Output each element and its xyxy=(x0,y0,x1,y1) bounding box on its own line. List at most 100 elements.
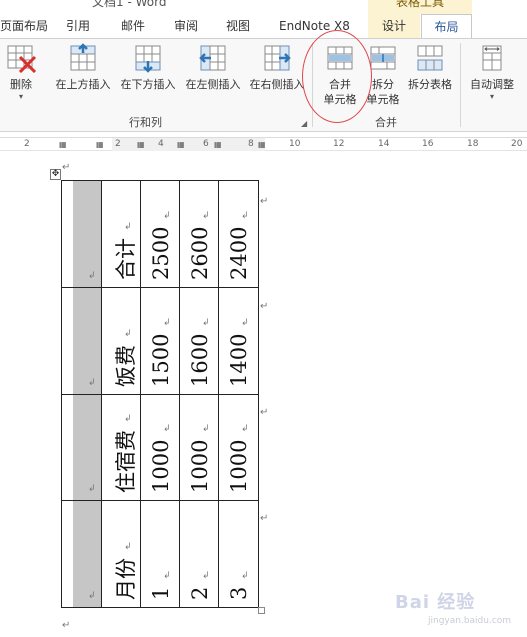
tab-page-layout[interactable]: 页面布局 xyxy=(0,14,48,39)
table-tools-label: 表格工具 xyxy=(396,0,445,9)
ribbon-panel: 删除 ▾ 在上方插入 在下方插入 在左侧插入 在右侧插入 合并 单元格 拆分 单… xyxy=(0,39,527,132)
horizontal-ruler[interactable]: 2 ▦ ▦ 2 ▦ 4 ▦ 6 ▦ 8 ▦ 10 12 14 16 18 20 xyxy=(0,137,527,151)
split-cells-icon xyxy=(370,46,396,70)
cell-value: 1500 xyxy=(149,333,173,387)
split-table-button[interactable]: 拆分表格 xyxy=(405,43,455,92)
cell-shading xyxy=(73,288,101,394)
cell-value: 1400 xyxy=(227,333,251,387)
split-table-icon xyxy=(417,45,443,71)
shaded-cell[interactable]: ↲ xyxy=(61,180,102,288)
ruler-number: 6 xyxy=(203,139,209,149)
cell-end-mark: ↲ xyxy=(124,329,132,339)
row-header-cell[interactable]: 饭费 ↲ xyxy=(101,287,141,395)
value-cell[interactable]: 1000 ↲ xyxy=(218,394,259,501)
insert-below-label: 在下方插入 xyxy=(120,78,176,91)
title-bar: 文档1 - Word 表格工具 xyxy=(0,0,527,14)
cell-end-mark: ↲ xyxy=(163,318,171,328)
insert-above-button[interactable]: 在上方插入 xyxy=(51,43,115,92)
row-header-cell[interactable]: 月份 ↲ xyxy=(101,500,141,608)
cell-end-mark: ↲ xyxy=(202,424,210,434)
cell-shading xyxy=(73,181,101,287)
row-end-mark: ↵ xyxy=(260,196,269,207)
paragraph-mark: ↵ xyxy=(62,162,71,173)
cell-value: 1000 xyxy=(188,439,212,493)
delete-label: 删除 xyxy=(10,78,32,91)
ruler-number: 16 xyxy=(422,139,434,149)
ruler-column-marker[interactable]: ▦ xyxy=(177,140,185,150)
cell-end-mark: ↲ xyxy=(202,211,210,221)
ruler-active-area xyxy=(112,138,265,151)
ruler-column-marker[interactable]: ▦ xyxy=(59,140,67,150)
table-move-handle-icon[interactable]: ✥ xyxy=(50,169,61,180)
paragraph-mark: ↵ xyxy=(62,620,71,631)
cell-end-mark: ↲ xyxy=(202,318,210,328)
table-resize-handle[interactable] xyxy=(258,607,265,614)
split-table-label: 拆分表格 xyxy=(408,78,452,91)
ruler-number: 12 xyxy=(333,139,345,149)
row-end-mark: ↵ xyxy=(260,301,269,312)
value-cell[interactable]: 1000 ↲ xyxy=(179,394,219,501)
insert-row-above-icon xyxy=(70,43,96,71)
dialog-launcher-icon[interactable]: ◢ xyxy=(301,119,307,128)
ruler-number: 14 xyxy=(378,139,390,149)
row-header-text: 饭费 xyxy=(114,345,138,387)
table-row: ↲ 住宿费 ↲ 1000 ↲ 1000 ↲ 1000 ↲ xyxy=(61,394,259,501)
value-cell[interactable]: 2 ↲ xyxy=(179,500,219,608)
ruler-number: 10 xyxy=(289,139,301,149)
cell-end-mark: ↲ xyxy=(163,571,171,581)
tab-table-layout[interactable]: 布局 xyxy=(421,14,472,40)
row-header-text: 住宿费 xyxy=(114,430,138,493)
row-header-text: 月份 xyxy=(114,558,138,600)
row-header-cell[interactable]: 住宿费 ↲ xyxy=(101,394,141,501)
cell-end-mark: ↲ xyxy=(163,424,171,434)
tab-review[interactable]: 审阅 xyxy=(174,14,198,39)
ruler-column-marker[interactable]: ▦ xyxy=(214,140,222,150)
insert-right-button[interactable]: 在右侧插入 xyxy=(246,43,308,92)
ruler-column-marker[interactable]: ▦ xyxy=(137,140,145,150)
value-cell[interactable]: 1400 ↲ xyxy=(218,287,259,395)
cell-end-mark: ↲ xyxy=(88,271,96,281)
row-header-cell[interactable]: 合计 ↲ xyxy=(101,180,141,288)
insert-above-label: 在上方插入 xyxy=(55,78,111,91)
autofit-icon xyxy=(482,45,502,71)
value-cell[interactable]: 3 ↲ xyxy=(218,500,259,608)
tab-mailings[interactable]: 邮件 xyxy=(121,14,145,39)
row-end-mark: ↵ xyxy=(260,513,269,524)
row-header-text: 合计 xyxy=(114,238,138,280)
value-cell[interactable]: 1 ↲ xyxy=(140,500,180,608)
value-cell[interactable]: 1500 ↲ xyxy=(140,287,180,395)
ruler-column-marker[interactable]: ▦ xyxy=(258,140,266,150)
group-merge-label: 合并 xyxy=(375,116,397,129)
chevron-down-icon: ▾ xyxy=(489,92,494,101)
tab-table-design[interactable]: 设计 xyxy=(368,14,420,39)
cell-value: 1 xyxy=(149,586,173,600)
ruler-column-marker[interactable]: ▦ xyxy=(96,140,104,150)
cell-shading xyxy=(73,395,101,500)
delete-table-icon xyxy=(7,45,37,73)
insert-left-label: 在左侧插入 xyxy=(185,78,241,91)
annotation-circle xyxy=(302,30,372,123)
value-cell[interactable]: 2500 ↲ xyxy=(140,180,180,288)
shaded-cell[interactable]: ↲ xyxy=(61,287,102,395)
group-separator xyxy=(460,43,461,127)
autofit-button[interactable]: 自动调整 ▾ xyxy=(466,43,518,102)
value-cell[interactable]: 1000 ↲ xyxy=(140,394,180,501)
insert-row-below-icon xyxy=(135,45,161,73)
insert-below-button[interactable]: 在下方插入 xyxy=(116,43,180,92)
shaded-cell[interactable]: ↲ xyxy=(61,500,102,608)
tab-references[interactable]: 引用 xyxy=(66,14,90,39)
table-row: ↲ 月份 ↲ 1 ↲ 2 ↲ 3 ↲ xyxy=(61,500,259,608)
ruler-number: 18 xyxy=(467,139,479,149)
insert-left-button[interactable]: 在左侧插入 xyxy=(181,43,245,92)
tab-view[interactable]: 视图 xyxy=(226,14,250,39)
value-cell[interactable]: 1600 ↲ xyxy=(179,287,219,395)
ruler-number: 2 xyxy=(24,139,30,149)
insert-right-label: 在右侧插入 xyxy=(249,78,305,91)
table-row: ↲ 合计 ↲ 2500 ↲ 2600 ↲ 2400 ↲ xyxy=(61,180,259,288)
table-row: ↲ 饭费 ↲ 1500 ↲ 1600 ↲ 1400 ↲ xyxy=(61,287,259,395)
value-cell[interactable]: 2400 ↲ xyxy=(218,180,259,288)
delete-button[interactable]: 删除 ▾ xyxy=(4,43,38,102)
value-cell[interactable]: 2600 ↲ xyxy=(179,180,219,288)
shaded-cell[interactable]: ↲ xyxy=(61,394,102,501)
insert-column-left-icon xyxy=(199,45,226,71)
